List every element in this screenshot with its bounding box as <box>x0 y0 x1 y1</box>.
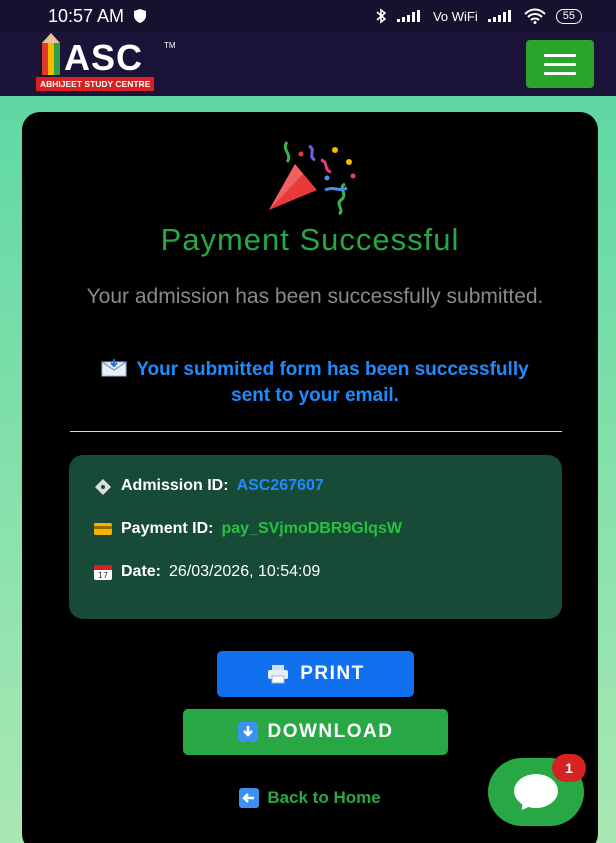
back-to-home-label: Back to Home <box>267 788 381 807</box>
details-panel: Admission ID: ASC267607 Payment ID: pay_… <box>69 455 562 619</box>
status-left: 10:57 AM <box>48 6 148 27</box>
payment-id-row: Payment ID: pay_SVjmoDBR9GlqsW <box>93 518 538 540</box>
date-label: Date: <box>121 563 162 580</box>
print-button[interactable]: PRINT <box>217 651 414 697</box>
signal-icon <box>396 10 420 22</box>
logo-subtitle: ABHIJEET STUDY CENTRE <box>36 77 155 91</box>
wifi-icon <box>524 8 546 24</box>
date-row: 17 Date: 26/03/2026, 10:54:09 <box>93 561 538 583</box>
status-bar: 10:57 AM Vo WiFi 55 <box>0 0 616 32</box>
logo-trademark: TM <box>164 41 176 50</box>
email-note-text: Your submitted form has been successfull… <box>136 359 529 406</box>
navbar: ASC TM ABHIJEET STUDY CENTRE <box>0 32 616 96</box>
payment-id-value: pay_SVjmoDBR9GlqsW <box>221 520 402 537</box>
back-arrow-icon <box>239 788 260 808</box>
divider <box>70 431 562 432</box>
menu-button[interactable] <box>526 40 594 88</box>
battery-indicator: 55 <box>555 8 582 24</box>
status-time: 10:57 AM <box>48 5 125 26</box>
admission-id-value: ASC267607 <box>236 477 324 494</box>
print-label: PRINT <box>300 663 365 684</box>
chat-bubble-icon <box>514 774 558 808</box>
signal-icon-2 <box>487 10 511 22</box>
payment-id-label: Payment ID: <box>121 520 214 537</box>
calendar-icon: 17 <box>94 565 112 580</box>
svg-text:17: 17 <box>98 571 108 580</box>
download-label: DOWNLOAD <box>267 721 394 742</box>
status-right: Vo WiFi 55 <box>375 8 582 24</box>
hamburger-icon-line <box>544 71 576 75</box>
download-arrow-icon <box>237 722 258 742</box>
pencil-logo-icon <box>42 33 60 75</box>
envelope-icon <box>101 359 127 377</box>
shield-notification-icon <box>134 9 147 23</box>
date-value: 26/03/2026, 10:54:09 <box>169 563 321 580</box>
admission-id-row: Admission ID: ASC267607 <box>93 475 538 497</box>
printer-icon <box>268 665 289 684</box>
email-note: Your submitted form has been successfull… <box>90 357 540 409</box>
hamburger-icon <box>544 53 576 57</box>
logo-text: ASC <box>64 37 144 78</box>
vowifi-label: Vo WiFi <box>432 8 478 24</box>
hamburger-icon-line <box>544 62 576 66</box>
page-title: Payment Successful <box>160 222 460 257</box>
credit-card-icon <box>94 523 112 535</box>
bluetooth-icon <box>376 8 387 24</box>
asc-logo[interactable]: ASC TM ABHIJEET STUDY CENTRE <box>36 33 176 93</box>
party-popper-icon <box>269 141 356 216</box>
success-subtitle: Your admission has been successfully sub… <box>86 285 544 308</box>
chat-notification-badge: 1 <box>552 754 586 782</box>
download-button[interactable]: DOWNLOAD <box>183 709 448 755</box>
ticket-icon <box>95 479 111 495</box>
admission-id-label: Admission ID: <box>121 477 229 494</box>
